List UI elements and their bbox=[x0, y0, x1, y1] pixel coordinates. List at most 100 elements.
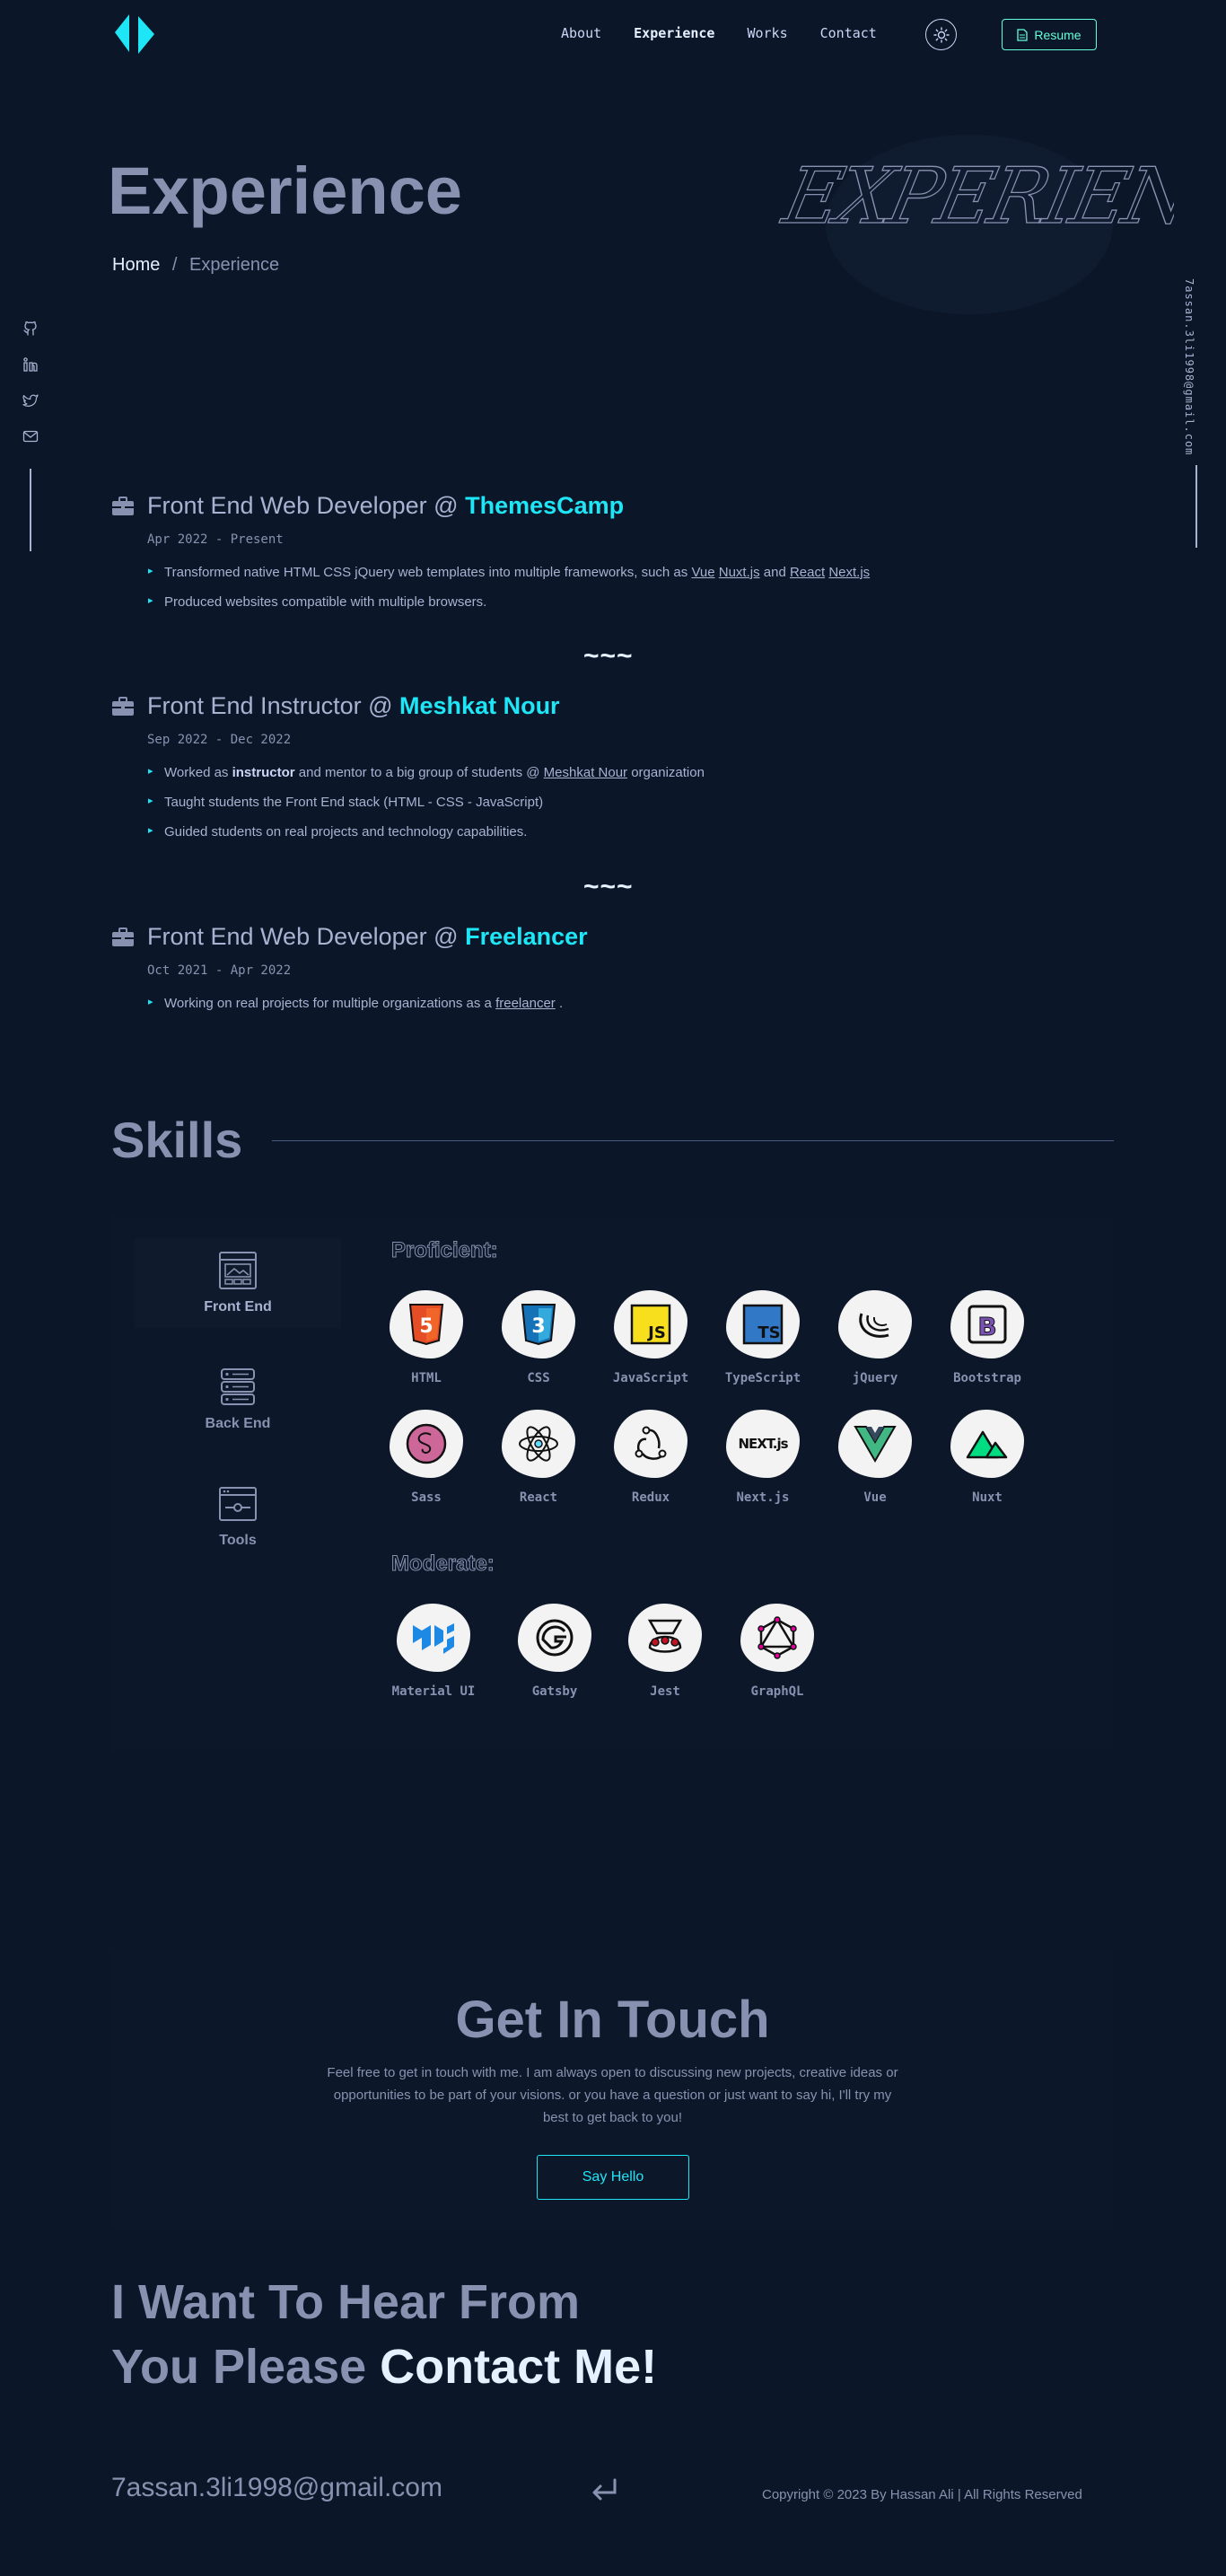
skill-graphql[interactable]: GraphQL bbox=[728, 1604, 827, 1699]
experience-item: Front End Web Developer @ Freelancer Oct… bbox=[111, 923, 1099, 1025]
skill-typescript[interactable]: TS TypeScript bbox=[714, 1290, 812, 1385]
skill-html[interactable]: 5 HTML bbox=[377, 1290, 476, 1385]
job-date: Oct 2021 - Apr 2022 bbox=[147, 963, 292, 978]
mail-icon[interactable] bbox=[22, 427, 39, 445]
skill-vue[interactable]: Vue bbox=[826, 1410, 924, 1505]
twitter-icon[interactable] bbox=[22, 391, 39, 409]
react-icon bbox=[519, 1426, 558, 1462]
job-point: Worked as instructor and mentor to a big… bbox=[148, 765, 1099, 780]
job-company[interactable]: Freelancer bbox=[465, 923, 588, 950]
logo-icon[interactable] bbox=[111, 11, 158, 57]
experience-script-art: EXPERIENCE bbox=[774, 150, 1174, 242]
footer-email[interactable]: 7assan.3li1998@gmail.com bbox=[111, 2473, 442, 2503]
skill-jest[interactable]: Jest bbox=[616, 1604, 714, 1699]
svg-text:JS: JS bbox=[646, 1323, 666, 1342]
page-title: Experience bbox=[108, 154, 462, 228]
skill-category-tools[interactable]: Tools bbox=[135, 1472, 341, 1561]
skill-category-front-end[interactable]: Front End bbox=[135, 1238, 341, 1328]
sass-icon bbox=[406, 1423, 447, 1464]
svg-text:5: 5 bbox=[419, 1315, 433, 1338]
skill-nextjs[interactable]: NEXT.js Next.js bbox=[714, 1410, 812, 1505]
nav-about[interactable]: About bbox=[561, 25, 601, 41]
skill-material-ui[interactable]: Material UI bbox=[384, 1604, 483, 1699]
job-point: Produced websites compatible with multip… bbox=[148, 594, 1099, 610]
email-divider-line bbox=[1195, 465, 1197, 548]
typescript-icon: TS bbox=[742, 1304, 784, 1345]
frontend-window-icon bbox=[219, 1252, 257, 1289]
level-moderate-label: Moderate: bbox=[391, 1552, 495, 1577]
social-sidebar bbox=[22, 320, 39, 551]
nextjs-icon: NEXT.js bbox=[738, 1436, 789, 1452]
link-vue[interactable]: Vue bbox=[691, 565, 714, 580]
job-company[interactable]: Meshkat Nour bbox=[399, 692, 560, 719]
skill-javascript[interactable]: JS JavaScript bbox=[601, 1290, 700, 1385]
hear-line2: You Please bbox=[111, 2340, 367, 2394]
job-date: Sep 2022 - Dec 2022 bbox=[147, 733, 292, 747]
skill-react[interactable]: React bbox=[489, 1410, 588, 1505]
skill-redux[interactable]: Redux bbox=[601, 1410, 700, 1505]
jest-icon bbox=[647, 1619, 683, 1653]
link-freelancer[interactable]: freelancer bbox=[495, 996, 556, 1011]
link-next[interactable]: Next.js bbox=[828, 565, 870, 580]
hear-heading: I Want To Hear From You Please Contact M… bbox=[111, 2270, 657, 2399]
category-label: Front End bbox=[204, 1299, 272, 1314]
skill-category-back-end[interactable]: Back End bbox=[135, 1355, 341, 1445]
vue-icon bbox=[854, 1426, 897, 1463]
skill-css[interactable]: 3 CSS bbox=[489, 1290, 588, 1385]
job-company[interactable]: ThemesCamp bbox=[465, 492, 624, 519]
breadcrumb-current: Experience bbox=[189, 255, 280, 275]
job-role: Front End Web Developer @ bbox=[147, 923, 459, 950]
briefcase-icon bbox=[112, 496, 134, 515]
skill-bootstrap[interactable]: B Bootstrap bbox=[938, 1290, 1037, 1385]
experience-item: Front End Web Developer @ ThemesCamp Apr… bbox=[111, 492, 1099, 624]
breadcrumb-separator: / bbox=[171, 255, 178, 275]
job-point: Guided students on real projects and tec… bbox=[148, 824, 1099, 840]
resume-button[interactable]: Resume bbox=[1002, 19, 1097, 50]
tools-window-icon bbox=[219, 1487, 257, 1521]
contact-me-link[interactable]: Contact Me! bbox=[380, 2340, 657, 2394]
skills-divider bbox=[272, 1140, 1114, 1141]
svg-text:3: 3 bbox=[531, 1315, 545, 1338]
link-react[interactable]: React bbox=[790, 565, 825, 580]
job-point: Working on real projects for multiple or… bbox=[148, 996, 1099, 1011]
sun-icon bbox=[933, 26, 950, 43]
css3-icon: 3 bbox=[521, 1304, 556, 1346]
skill-gatsby[interactable]: Gatsby bbox=[505, 1604, 604, 1699]
nav-works[interactable]: Works bbox=[747, 25, 787, 41]
resume-label: Resume bbox=[1034, 27, 1082, 42]
briefcase-icon bbox=[112, 927, 134, 946]
theme-toggle-button[interactable] bbox=[925, 19, 957, 50]
link-meshkat-nour[interactable]: Meshkat Nour bbox=[544, 765, 627, 780]
hear-line1: I Want To Hear From bbox=[111, 2275, 581, 2329]
server-stack-icon bbox=[221, 1368, 255, 1405]
linkedin-icon[interactable] bbox=[22, 356, 39, 374]
briefcase-icon bbox=[112, 696, 134, 716]
bootstrap-icon: B bbox=[968, 1305, 1007, 1344]
category-label: Tools bbox=[219, 1533, 257, 1548]
document-icon bbox=[1017, 28, 1029, 41]
side-email-link[interactable]: 7assan.3li1998@gmail.com bbox=[1183, 278, 1195, 455]
breadcrumb: Home / Experience bbox=[112, 255, 279, 276]
skill-sass[interactable]: Sass bbox=[377, 1410, 476, 1505]
graphql-icon bbox=[757, 1616, 797, 1659]
link-nuxt[interactable]: Nuxt.js bbox=[719, 565, 760, 580]
github-icon[interactable] bbox=[22, 320, 39, 338]
breadcrumb-home[interactable]: Home bbox=[112, 255, 160, 275]
svg-text:TS: TS bbox=[757, 1323, 780, 1342]
say-hello-button[interactable]: Say Hello bbox=[537, 2155, 689, 2200]
job-date: Apr 2022 - Present bbox=[147, 532, 284, 547]
javascript-icon: JS bbox=[630, 1304, 671, 1345]
contact-title: Get In Touch bbox=[455, 1991, 770, 2049]
job-point: Taught students the Front End stack (HTM… bbox=[148, 795, 1099, 810]
material-ui-icon bbox=[413, 1623, 454, 1654]
separator: ~~~ bbox=[583, 872, 634, 901]
skills-title: Skills bbox=[111, 1112, 243, 1168]
nav-contact[interactable]: Contact bbox=[820, 25, 877, 41]
gatsby-icon bbox=[536, 1619, 574, 1657]
enter-arrow-icon bbox=[592, 2478, 617, 2501]
skills-panel: Front End Back End Tools Proficient: 5 H… bbox=[111, 1217, 1114, 1751]
skill-jquery[interactable]: jQuery bbox=[826, 1290, 924, 1385]
nav-experience[interactable]: Experience bbox=[634, 25, 714, 41]
skill-nuxt[interactable]: Nuxt bbox=[938, 1410, 1037, 1505]
top-navbar: About Experience Works Contact Resume bbox=[0, 0, 1226, 70]
